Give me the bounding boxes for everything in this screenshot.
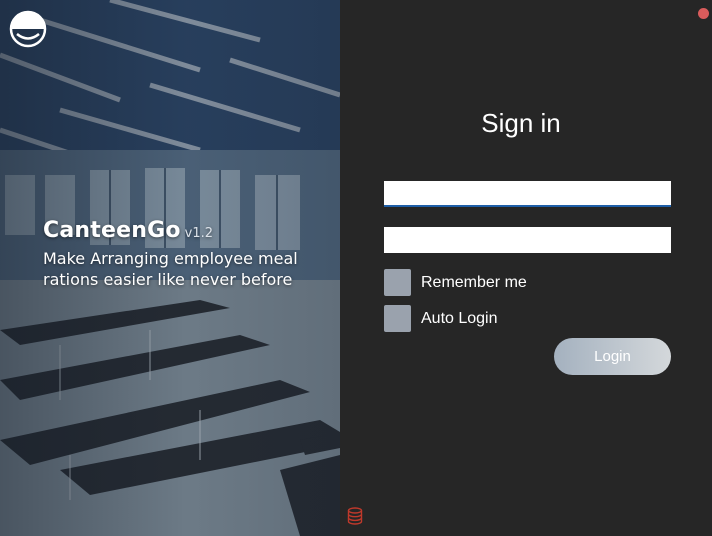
brand-heading: CanteenGo v1.2: [43, 218, 213, 243]
illustration-panel: CanteenGo v1.2 Make Arranging employee me…: [0, 0, 340, 536]
remember-me-label: Remember me: [421, 273, 527, 291]
canteengo-logo-icon: [9, 10, 47, 48]
close-dot-icon[interactable]: [698, 8, 709, 19]
tagline: Make Arranging employee meal rations eas…: [43, 249, 298, 289]
auto-login-label: Auto Login: [421, 309, 498, 327]
password-input[interactable]: [384, 227, 671, 253]
database-icon[interactable]: [347, 507, 363, 525]
app-name: CanteenGo: [43, 218, 181, 243]
auto-login-checkbox[interactable]: Auto Login: [384, 305, 498, 332]
app-version: v1.2: [184, 226, 214, 241]
signin-panel: Sign in Remember me Auto Login Login: [340, 0, 712, 536]
username-input[interactable]: [384, 181, 671, 207]
remember-me-checkbox[interactable]: Remember me: [384, 269, 527, 296]
page-title: Sign in: [481, 108, 561, 138]
auto-login-box[interactable]: [384, 305, 411, 332]
remember-me-box[interactable]: [384, 269, 411, 296]
login-button[interactable]: Login: [554, 338, 671, 375]
